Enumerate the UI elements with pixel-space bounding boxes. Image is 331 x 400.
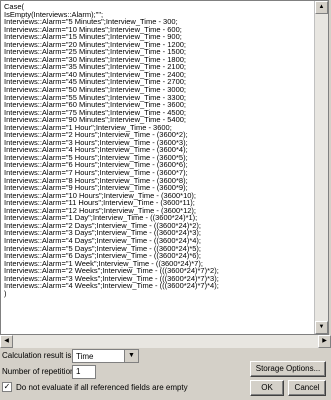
horizontal-scroll-track[interactable] <box>13 335 318 348</box>
scroll-right-icon[interactable]: ▶ <box>318 335 331 348</box>
chevron-down-icon[interactable]: ▼ <box>124 350 138 362</box>
formula-text[interactable]: Case( IsEmpty(Interviews::Alarm);""; Int… <box>1 1 328 299</box>
vertical-scrollbar[interactable]: ▲ ▼ <box>314 1 328 334</box>
calc-result-select[interactable]: Time ▼ <box>72 349 139 363</box>
repetitions-input[interactable]: 1 <box>72 365 96 379</box>
no-eval-label: Do not evaluate if all referenced fields… <box>16 383 188 392</box>
calc-result-value: Time <box>76 352 94 361</box>
ok-button[interactable]: OK <box>250 380 284 396</box>
scroll-left-icon[interactable]: ◀ <box>0 335 13 348</box>
no-eval-checkbox[interactable]: ✓ <box>2 382 12 392</box>
scroll-down-icon[interactable]: ▼ <box>315 321 328 334</box>
repetitions-label: Number of repetitions: <box>2 367 81 376</box>
horizontal-scrollbar[interactable]: ◀ ▶ <box>0 335 331 348</box>
cancel-button[interactable]: Cancel <box>288 380 326 396</box>
calc-result-label: Calculation result is <box>2 351 72 360</box>
formula-editor[interactable]: Case( IsEmpty(Interviews::Alarm);""; Int… <box>0 0 329 335</box>
storage-options-button[interactable]: Storage Options... <box>250 361 326 377</box>
scroll-up-icon[interactable]: ▲ <box>315 1 328 14</box>
